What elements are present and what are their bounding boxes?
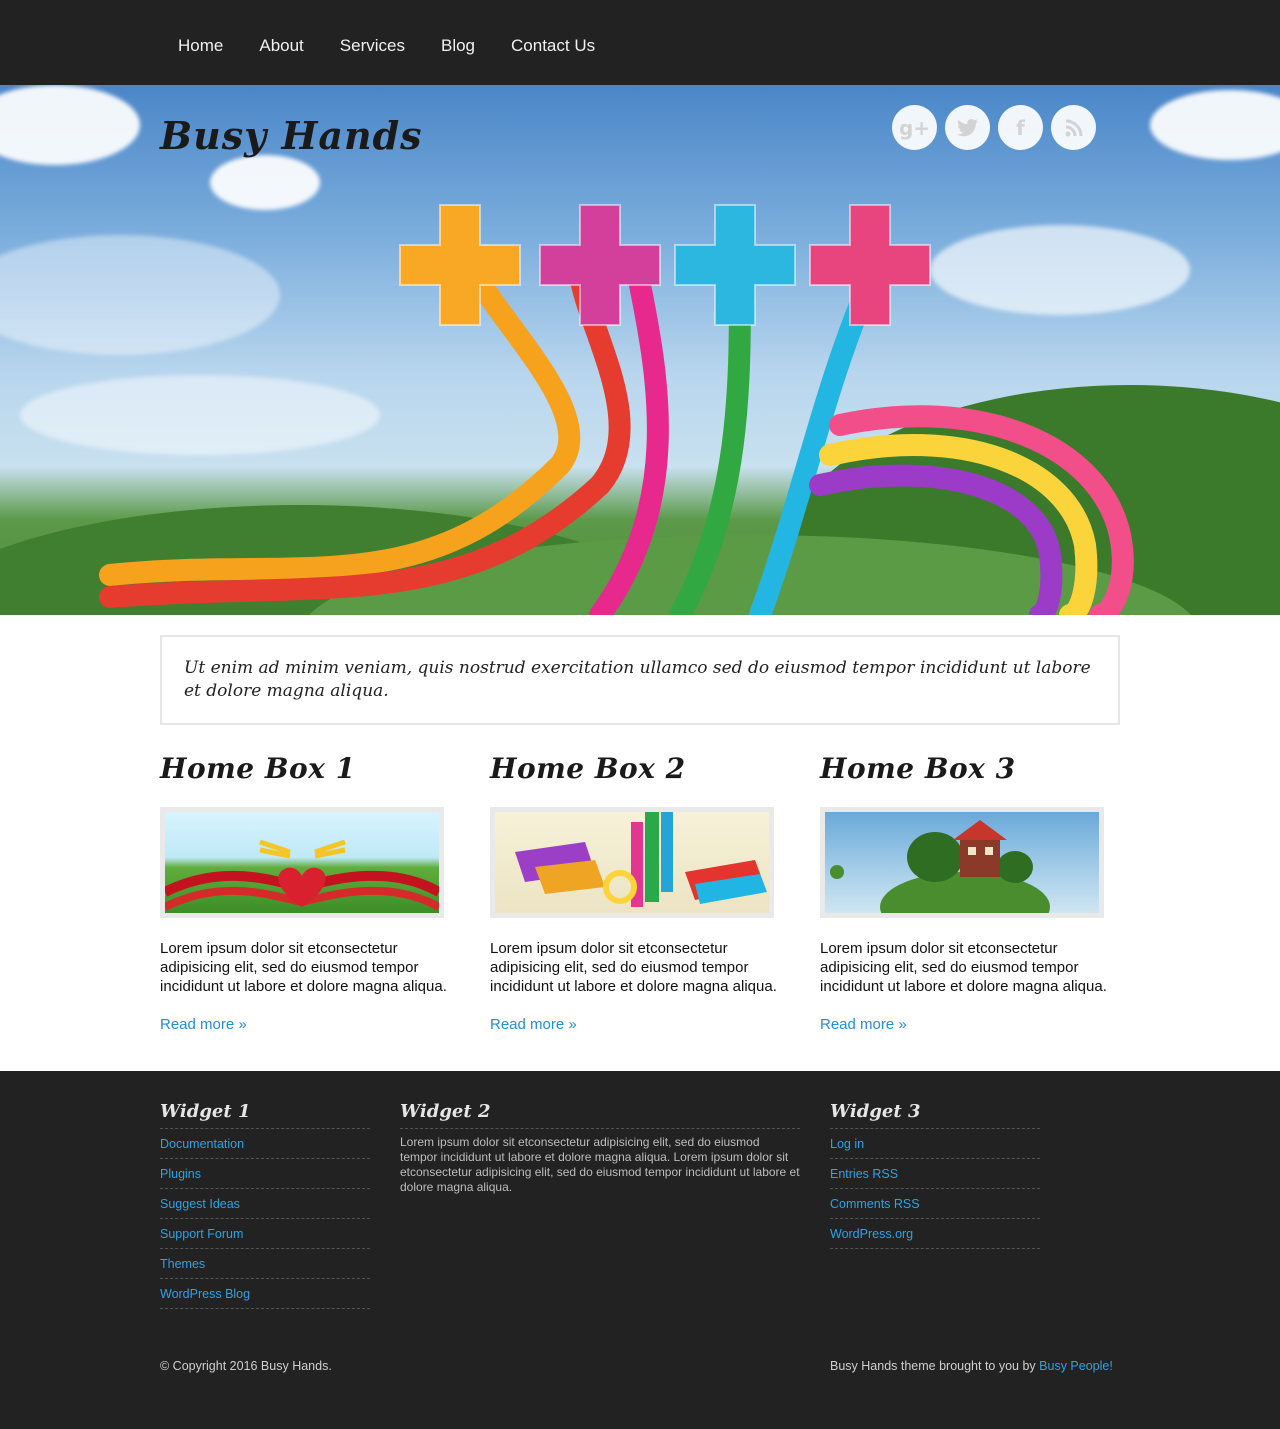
nav-item-blog[interactable]: Blog bbox=[441, 36, 475, 56]
site-footer: Widget 1 Documentation Plugins Suggest I… bbox=[0, 1071, 1280, 1429]
home-box-1: Home Box 1 Lorem ipsum dolor sit etconse… bbox=[160, 751, 490, 1034]
home-box-thumbnail[interactable] bbox=[820, 807, 1104, 918]
widget-title: Widget 1 bbox=[160, 1099, 370, 1129]
widget-link-comments-rss[interactable]: Comments RSS bbox=[830, 1197, 920, 1211]
google-plus-icon[interactable]: g+ bbox=[892, 105, 937, 150]
home-box-title: Home Box 1 bbox=[160, 752, 356, 785]
widget-title: Widget 3 bbox=[830, 1099, 1040, 1129]
widget-link-plugins[interactable]: Plugins bbox=[160, 1167, 201, 1181]
home-box-thumbnail[interactable] bbox=[160, 807, 444, 918]
blocks-artwork bbox=[515, 812, 767, 907]
home-box-3: Home Box 3 Lorem ipsum dolor sit etconse… bbox=[820, 751, 1150, 1034]
twitter-icon[interactable] bbox=[945, 105, 990, 150]
hero-banner: Busy Hands g+ f bbox=[0, 85, 1280, 615]
widget-link-support-forum[interactable]: Support Forum bbox=[160, 1227, 243, 1241]
widget-link-themes[interactable]: Themes bbox=[160, 1257, 205, 1271]
social-links: g+ f bbox=[892, 105, 1096, 150]
nav-menu: Home About Services Blog Contact Us bbox=[0, 0, 1280, 56]
intro-quote: Ut enim ad minim veniam, quis nostrud ex… bbox=[160, 635, 1120, 725]
home-box-thumbnail[interactable] bbox=[490, 807, 774, 918]
widget-3: Widget 3 Log in Entries RSS Comments RSS… bbox=[830, 1099, 1040, 1249]
site-title[interactable]: Busy Hands bbox=[160, 113, 423, 158]
rainbow-artwork bbox=[99, 204, 1134, 615]
widget-1: Widget 1 Documentation Plugins Suggest I… bbox=[160, 1099, 370, 1309]
heart-artwork bbox=[165, 839, 439, 911]
read-more-link[interactable]: Read more » bbox=[820, 1016, 907, 1033]
widget-link-wordpress-blog[interactable]: WordPress Blog bbox=[160, 1287, 250, 1301]
widget-title: Widget 2 bbox=[400, 1099, 800, 1129]
widget-link-list: Log in Entries RSS Comments RSS WordPres… bbox=[830, 1129, 1040, 1249]
nav-item-home[interactable]: Home bbox=[178, 36, 223, 56]
widget-link-wordpress-org[interactable]: WordPress.org bbox=[830, 1227, 913, 1241]
home-boxes: Home Box 1 Lorem ipsum dolor sit etconse… bbox=[160, 751, 1280, 1034]
home-box-title: Home Box 2 bbox=[490, 752, 686, 785]
widget-link-entries-rss[interactable]: Entries RSS bbox=[830, 1167, 898, 1181]
widget-link-list: Documentation Plugins Suggest Ideas Supp… bbox=[160, 1129, 370, 1309]
rss-icon[interactable] bbox=[1051, 105, 1096, 150]
home-box-text: Lorem ipsum dolor sit etconsectetur adip… bbox=[160, 940, 447, 995]
widget-2: Widget 2 Lorem ipsum dolor sit etconsect… bbox=[400, 1099, 800, 1195]
widget-text: Lorem ipsum dolor sit etconsectetur adip… bbox=[400, 1135, 800, 1194]
theme-credit: Busy Hands theme brought to you by Busy … bbox=[830, 1359, 1113, 1373]
island-house-artwork bbox=[830, 820, 1050, 913]
top-navigation: Home About Services Blog Contact Us bbox=[0, 0, 1280, 85]
nav-item-services[interactable]: Services bbox=[340, 36, 405, 56]
nav-item-about[interactable]: About bbox=[259, 36, 303, 56]
nav-item-contact-us[interactable]: Contact Us bbox=[511, 36, 595, 56]
home-box-text: Lorem ipsum dolor sit etconsectetur adip… bbox=[820, 940, 1107, 995]
credit-link[interactable]: Busy People! bbox=[1039, 1359, 1113, 1373]
home-box-title: Home Box 3 bbox=[820, 752, 1016, 785]
credit-text: Busy Hands theme brought to you by bbox=[830, 1359, 1040, 1373]
widget-link-documentation[interactable]: Documentation bbox=[160, 1137, 244, 1151]
home-box-2: Home Box 2 Lorem ipsum dolor sit etconse… bbox=[490, 751, 820, 1034]
widget-link-log-in[interactable]: Log in bbox=[830, 1137, 864, 1151]
home-box-text: Lorem ipsum dolor sit etconsectetur adip… bbox=[490, 940, 777, 995]
facebook-icon[interactable]: f bbox=[998, 105, 1043, 150]
read-more-link[interactable]: Read more » bbox=[490, 1016, 577, 1033]
read-more-link[interactable]: Read more » bbox=[160, 1016, 247, 1033]
widget-link-suggest-ideas[interactable]: Suggest Ideas bbox=[160, 1197, 240, 1211]
copyright-text: © Copyright 2016 Busy Hands. bbox=[160, 1359, 332, 1373]
